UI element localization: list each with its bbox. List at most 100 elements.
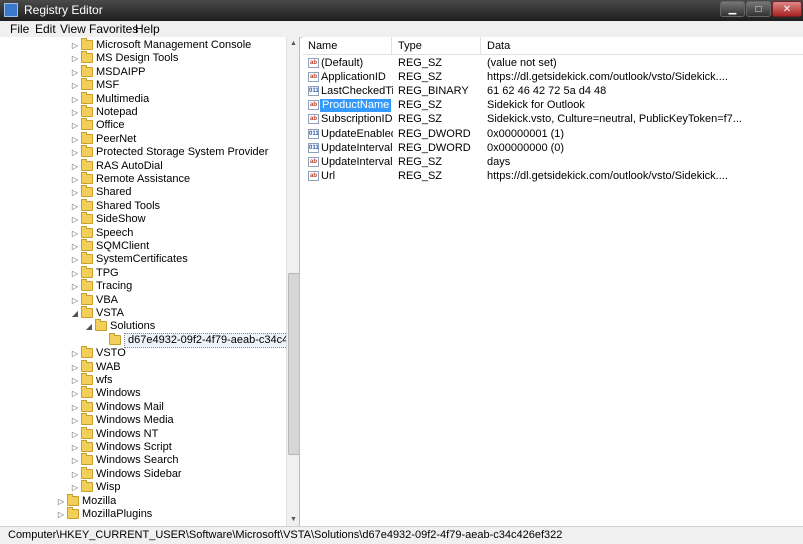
menu-help[interactable]: Help bbox=[135, 22, 160, 36]
expand-arrow-icon[interactable]: ▷ bbox=[70, 106, 80, 119]
expand-arrow-icon[interactable]: ▷ bbox=[70, 213, 80, 226]
value-name[interactable]: (Default) bbox=[321, 57, 393, 70]
expand-arrow-icon[interactable]: ▷ bbox=[70, 93, 80, 106]
expand-arrow-icon[interactable]: ▷ bbox=[70, 414, 80, 427]
value-row[interactable]: abUpdateIntervalU... REG_SZ days bbox=[303, 156, 803, 169]
expand-arrow-icon[interactable]: ▷ bbox=[70, 186, 80, 199]
tree-item-label: SystemCertificates bbox=[96, 253, 188, 266]
value-name[interactable]: Url bbox=[321, 170, 393, 183]
expand-arrow-icon[interactable]: ▷ bbox=[70, 481, 80, 494]
folder-icon bbox=[81, 373, 93, 385]
scroll-thumb[interactable] bbox=[288, 273, 299, 455]
expand-arrow-icon[interactable]: ▷ bbox=[70, 66, 80, 79]
binary-value-icon: 011 bbox=[308, 142, 319, 153]
value-name[interactable]: LastCheckedTime bbox=[321, 85, 393, 98]
value-data: https://dl.getsidekick.com/outlook/vsto/… bbox=[487, 71, 728, 84]
value-name[interactable]: SubscriptionID bbox=[321, 113, 393, 126]
expand-arrow-icon[interactable]: ▷ bbox=[70, 361, 80, 374]
close-button[interactable]: ✕ bbox=[772, 1, 802, 17]
expand-arrow-icon[interactable]: ▷ bbox=[70, 240, 80, 253]
expanded-arrow-icon[interactable]: ◢ bbox=[70, 307, 80, 320]
tree-item-label: Mozilla bbox=[82, 494, 117, 507]
binary-value-icon: 011 bbox=[308, 86, 319, 97]
expand-arrow-icon[interactable]: ▷ bbox=[70, 133, 80, 146]
folder-icon bbox=[95, 319, 107, 332]
value-row[interactable]: ab SubscriptionID REG_SZ Sidekick.vsto, Cul… bbox=[303, 113, 803, 126]
value-name[interactable]: UpdateEnabled bbox=[321, 128, 393, 141]
string-value-icon: ab bbox=[308, 100, 319, 111]
menu-view[interactable]: View bbox=[60, 22, 86, 36]
registry-tree[interactable]: ▷ Microsoft Management Console ▷ MS Design … bbox=[0, 37, 300, 526]
tree-item-label: Shared Tools bbox=[96, 199, 161, 212]
expand-arrow-icon[interactable]: ▷ bbox=[56, 508, 66, 521]
tree-item-label: MSF bbox=[96, 79, 120, 92]
value-row[interactable]: ab Url REG_SZ https://dl.getsidekick.com/ou… bbox=[303, 170, 803, 183]
expand-arrow-icon[interactable]: ▷ bbox=[70, 267, 80, 280]
values-list[interactable]: Name Type Data ab (Default) REG_SZ (value n… bbox=[303, 37, 803, 526]
tree-item-label: MozillaPlugins bbox=[82, 508, 153, 520]
expand-arrow-icon[interactable]: ▷ bbox=[70, 294, 80, 307]
folder-icon bbox=[81, 105, 93, 117]
string-value-icon: ab bbox=[308, 156, 319, 167]
value-row[interactable]: 011 UpdateEnabled REG_DWORD 0x00000001 (1) bbox=[303, 128, 803, 141]
expand-arrow-icon[interactable]: ▷ bbox=[70, 374, 80, 387]
value-name[interactable]: ProductName bbox=[320, 99, 392, 113]
expand-arrow-icon[interactable]: ▷ bbox=[70, 253, 80, 266]
expanded-arrow-icon[interactable]: ◢ bbox=[84, 320, 94, 333]
expand-arrow-icon[interactable]: ▷ bbox=[70, 173, 80, 186]
value-row[interactable]: 011LastCheckedTime REG_BINARY 61 62 46 42 … bbox=[303, 85, 803, 98]
scroll-down-arrow-icon[interactable]: ▼ bbox=[287, 513, 299, 526]
expand-arrow-icon[interactable]: ▷ bbox=[70, 468, 80, 481]
folder-icon bbox=[81, 118, 93, 131]
expand-arrow-icon[interactable]: ▷ bbox=[70, 387, 80, 400]
tree-item-label: SideShow bbox=[96, 213, 146, 226]
value-name[interactable]: UpdateInterval bbox=[321, 142, 393, 155]
value-name[interactable]: UpdateIntervalU... bbox=[321, 156, 393, 169]
column-divider[interactable] bbox=[391, 37, 392, 54]
menu-edit[interactable]: Edit bbox=[35, 22, 56, 36]
folder-icon bbox=[81, 426, 93, 439]
tree-item-label: Speech bbox=[96, 226, 134, 239]
value-type: REG_SZ bbox=[398, 99, 443, 112]
expand-arrow-icon[interactable]: ▷ bbox=[70, 119, 80, 132]
expand-arrow-icon[interactable]: ▷ bbox=[70, 280, 80, 293]
registry-editor-icon bbox=[4, 3, 18, 17]
expand-arrow-icon[interactable]: ▷ bbox=[70, 428, 80, 441]
tree-item-label: Remote Assistance bbox=[96, 173, 191, 185]
expand-arrow-icon[interactable]: ▷ bbox=[70, 401, 80, 414]
string-value-icon: ab bbox=[308, 58, 319, 68]
expand-arrow-icon[interactable]: ▷ bbox=[70, 79, 80, 92]
expand-arrow-icon[interactable]: ▷ bbox=[70, 454, 80, 467]
expand-arrow-icon[interactable]: ▷ bbox=[70, 200, 80, 213]
value-row[interactable]: 011 UpdateInterval REG_DWORD 0x00000000 (0) bbox=[303, 142, 803, 155]
expand-arrow-icon[interactable]: ▷ bbox=[70, 347, 80, 360]
expand-arrow-icon[interactable]: ▷ bbox=[70, 146, 80, 159]
menu-favorites[interactable]: Favorites bbox=[89, 22, 138, 36]
value-row[interactable]: ab ProductName REG_SZ Sidekick for Outlook bbox=[303, 99, 803, 113]
value-row[interactable]: ab ApplicationID REG_SZ https://dl.getsidek… bbox=[303, 71, 803, 84]
expand-arrow-icon[interactable]: ▷ bbox=[70, 52, 80, 65]
maximize-button[interactable]: □ bbox=[746, 1, 771, 17]
tree-scrollbar[interactable]: ▲ ▼ bbox=[286, 37, 299, 526]
value-type: REG_SZ bbox=[398, 57, 443, 69]
expand-arrow-icon[interactable]: ▷ bbox=[70, 441, 80, 454]
scroll-up-arrow-icon[interactable]: ▲ bbox=[287, 37, 299, 50]
title-bar: Registry Editor ▁ □ ✕ bbox=[0, 0, 803, 21]
expand-arrow-icon[interactable]: ▷ bbox=[70, 39, 80, 52]
column-header-type[interactable]: Type bbox=[398, 40, 422, 52]
column-header-data[interactable]: Data bbox=[487, 40, 510, 52]
menu-file[interactable]: File bbox=[10, 22, 29, 36]
expand-arrow-icon[interactable]: ▷ bbox=[56, 495, 66, 508]
folder-icon bbox=[81, 279, 93, 292]
value-type: REG_BINARY bbox=[398, 85, 469, 98]
column-header-name[interactable]: Name bbox=[308, 40, 337, 52]
column-divider[interactable] bbox=[480, 37, 481, 54]
menu-bar: File Edit View Favorites Help bbox=[0, 21, 803, 38]
value-data: Sidekick for Outlook bbox=[487, 99, 585, 112]
value-row[interactable]: ab (Default) REG_SZ (value not set) bbox=[303, 57, 803, 70]
value-name[interactable]: ApplicationID bbox=[321, 71, 393, 84]
folder-icon bbox=[81, 239, 93, 251]
minimize-button[interactable]: ▁ bbox=[720, 1, 745, 17]
expand-arrow-icon[interactable]: ▷ bbox=[70, 227, 80, 240]
expand-arrow-icon[interactable]: ▷ bbox=[70, 160, 80, 173]
